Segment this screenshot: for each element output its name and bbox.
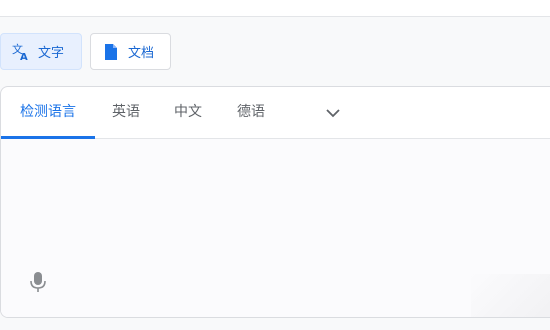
tab-english[interactable]: 英语 [105,87,147,139]
tab-chinese[interactable]: 中文 [167,87,209,139]
document-icon [101,42,121,62]
microphone-icon[interactable] [29,271,47,293]
document-mode-label: 文档 [128,46,155,61]
chevron-down-icon[interactable] [323,103,343,123]
text-mode-label: 文字 [38,46,65,61]
source-text-input[interactable] [1,139,550,317]
svg-text:A: A [20,52,28,62]
source-panel: 检测语言 英语 中文 德语 [0,86,550,318]
tab-german[interactable]: 德语 [230,87,272,139]
top-bar [0,0,550,17]
translate-icon: 文 A [11,42,31,62]
document-mode-button[interactable]: 文档 [90,33,171,70]
language-bar: 检测语言 英语 中文 德语 [1,87,550,139]
tab-detect-language[interactable]: 检测语言 [1,87,95,139]
corner-shade [471,274,550,317]
text-mode-button[interactable]: 文 A 文字 [0,33,82,70]
